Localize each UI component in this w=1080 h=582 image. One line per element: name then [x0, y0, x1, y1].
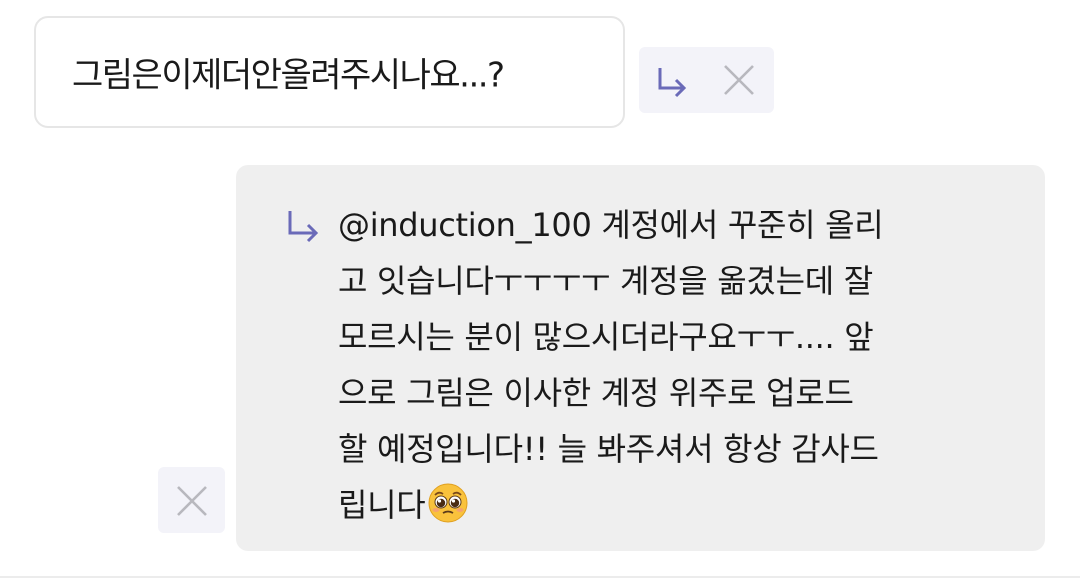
reply-button[interactable] — [653, 61, 693, 101]
chat-thread: 그림은이제더안올려주시나요...? @induction_100 계정에서 꾸준… — [0, 0, 1080, 582]
close-icon — [175, 484, 209, 518]
reply-text-last-line: 립니다 — [338, 477, 1028, 533]
dismiss-button[interactable] — [719, 60, 759, 100]
reply-arrow-icon — [286, 207, 322, 247]
reply-text-line: 으로 그림은 이사한 계정 위주로 업로드 — [338, 374, 854, 412]
reply-text-line: 고 잇습니다ㅜㅜㅜㅜ 계정을 옮겼는데 잘 — [338, 262, 873, 300]
reply-message-actions — [158, 467, 225, 533]
reply-message-bubble: @induction_100 계정에서 꾸준히 올리 고 잇습니다ㅜㅜㅜㅜ 계정… — [236, 165, 1045, 551]
divider — [0, 576, 1080, 578]
incoming-message-actions — [639, 47, 774, 113]
reply-arrow-icon — [656, 64, 690, 98]
reply-text-line: @induction_100 계정에서 꾸준히 올리 — [338, 206, 884, 244]
reply-text-line: 립니다 — [338, 486, 426, 524]
reply-text-line: 모르시는 분이 많으시더라구요ㅜㅜ.... 앞 — [338, 318, 874, 356]
pleading-face-emoji-icon — [427, 482, 469, 524]
close-icon — [722, 63, 756, 97]
incoming-message-bubble: 그림은이제더안올려주시나요...? — [34, 16, 625, 128]
reply-message-text: @induction_100 계정에서 꾸준히 올리 고 잇습니다ㅜㅜㅜㅜ 계정… — [338, 197, 1028, 533]
dismiss-reply-button[interactable] — [172, 481, 212, 521]
reply-text-line: 할 예정입니다!! 늘 봐주셔서 항상 감사드 — [338, 430, 879, 468]
incoming-message-text: 그림은이제더안올려주시나요...? — [72, 55, 505, 96]
